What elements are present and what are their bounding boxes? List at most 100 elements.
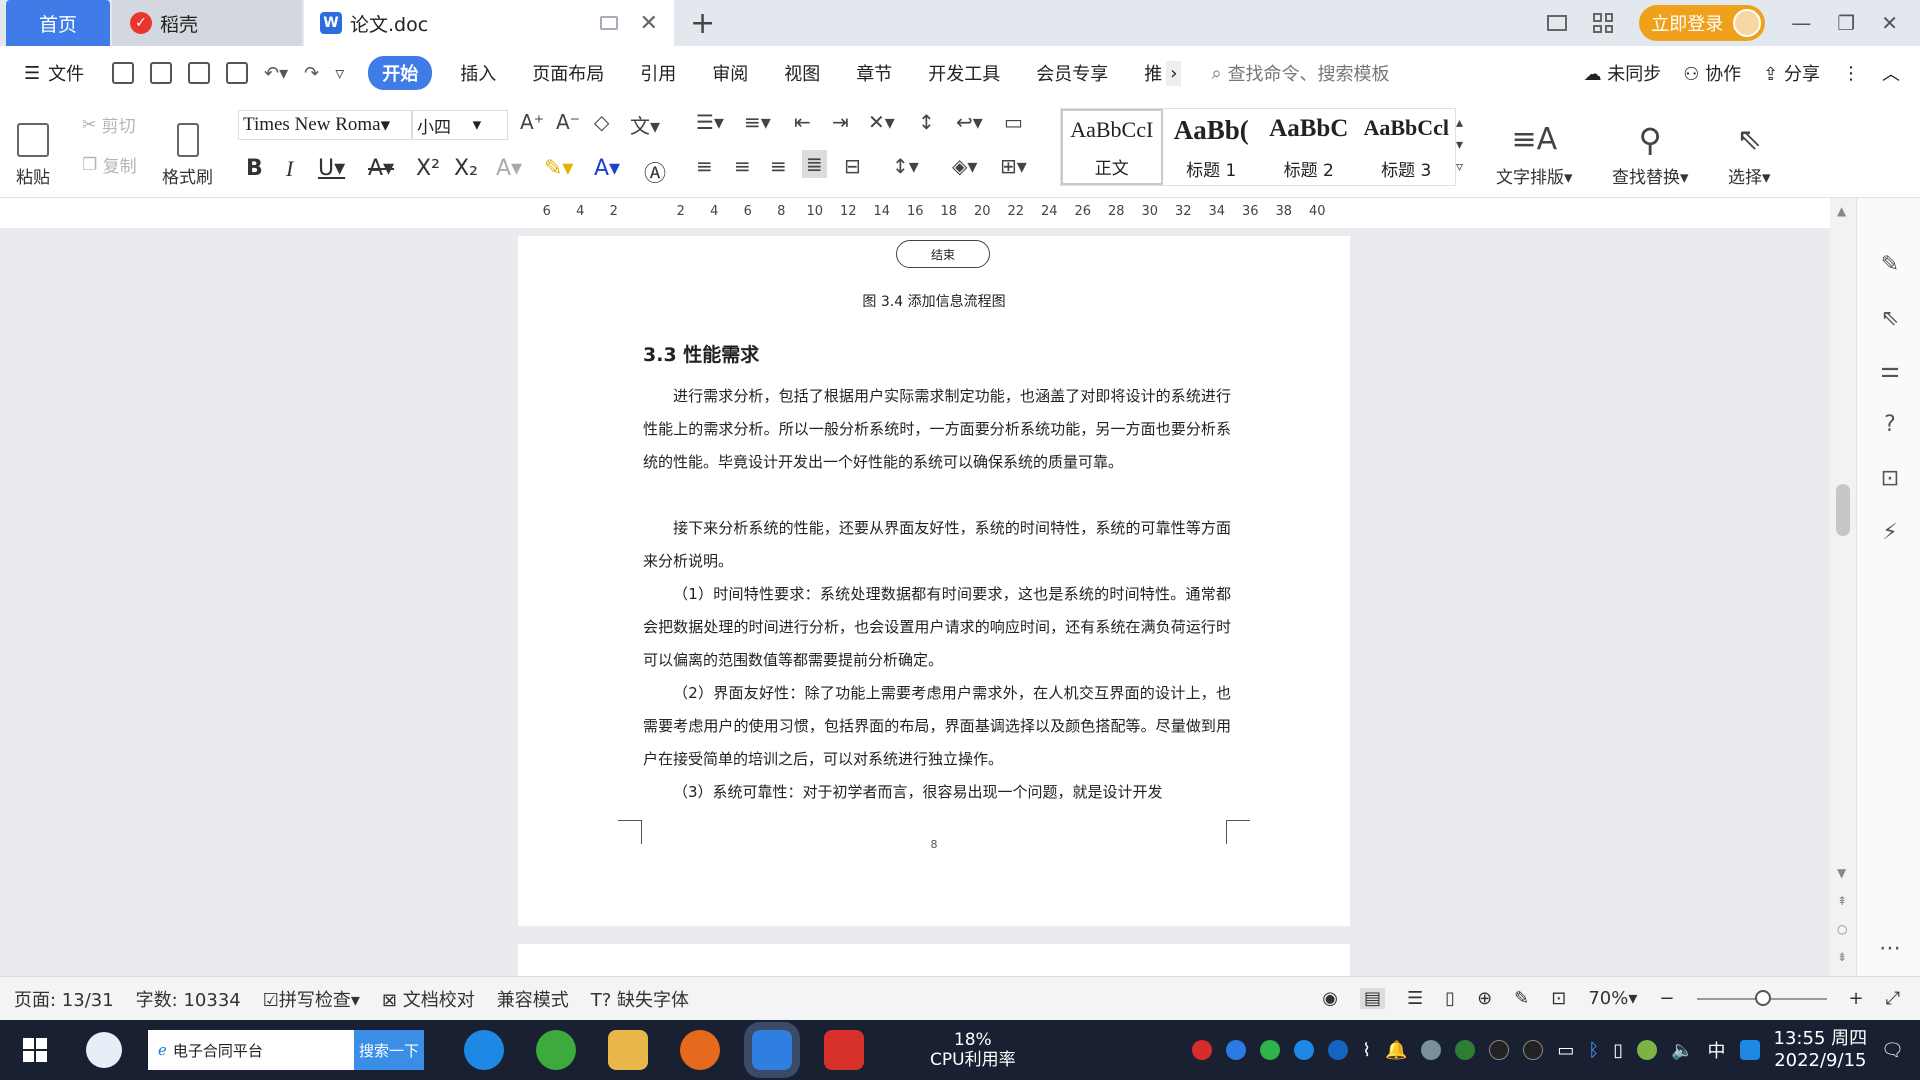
distribute-icon[interactable]: ⊟ — [844, 154, 861, 178]
strikethrough-icon[interactable]: A▾ — [368, 156, 394, 181]
tray-app-icon[interactable] — [1637, 1040, 1658, 1060]
horizontal-ruler[interactable]: 6 4 2 2 4 6 8 10 12 14 16 18 20 22 24 26… — [0, 198, 1920, 228]
clock[interactable]: 13:55 周四 2022/9/15 — [1774, 1028, 1868, 1072]
subscript-icon[interactable]: X₂ — [454, 156, 478, 181]
proofread-button[interactable]: ⊠ 文档校对 — [382, 986, 475, 1012]
menu-recommend[interactable]: 推 — [1126, 60, 1166, 86]
menu-references[interactable]: 引用 — [622, 60, 694, 86]
align-right-icon[interactable]: ≡ — [770, 154, 787, 178]
wechat-icon[interactable] — [1260, 1040, 1281, 1060]
pen-icon[interactable]: ✎ — [1877, 252, 1903, 278]
text-effect-icon[interactable]: A▾ — [496, 156, 522, 181]
superscript-icon[interactable]: X² — [416, 156, 440, 181]
ie-browser-icon[interactable] — [464, 1030, 504, 1070]
print-icon[interactable] — [188, 62, 210, 84]
style-scroll-icon[interactable]: ▴ ▾ ▿ — [1456, 112, 1463, 178]
shield-icon[interactable] — [1328, 1040, 1349, 1060]
adjust-icon[interactable]: ⚌ — [1877, 358, 1903, 384]
menu-insert[interactable]: 插入 — [442, 60, 514, 86]
shading-icon[interactable]: ◈▾ — [952, 154, 977, 178]
backup-icon[interactable]: ⊡ — [1877, 466, 1903, 492]
numbered-list-icon[interactable]: ≡▾ — [744, 110, 771, 134]
next-page-icon[interactable]: ⇟ — [1837, 950, 1847, 964]
collab-button[interactable]: ⚇ 协作 — [1683, 60, 1741, 86]
wps-taskbar-icon[interactable] — [824, 1030, 864, 1070]
font-color-icon[interactable]: A▾ — [594, 156, 620, 181]
menu-review[interactable]: 审阅 — [694, 60, 766, 86]
menu-more-icon[interactable]: › — [1166, 60, 1182, 86]
select-button[interactable]: ⇖ 选择▾ — [1728, 108, 1771, 188]
browse-object-icon[interactable]: ○ — [1837, 922, 1847, 936]
file-menu[interactable]: ☰ 文件 — [0, 60, 112, 86]
scroll-up-icon[interactable]: ▲ — [1837, 204, 1846, 218]
eye-protect-icon[interactable]: ◉ — [1322, 988, 1338, 1009]
undo-icon[interactable]: ↶▾ — [264, 63, 288, 84]
notification-bell-icon[interactable]: 🔔 — [1385, 1040, 1407, 1061]
justify-icon[interactable]: ≣ — [802, 150, 827, 178]
cpu-monitor[interactable]: 18% CPU利用率 — [930, 1030, 1016, 1070]
read-mode-icon[interactable]: ▯ — [1445, 988, 1455, 1009]
italic-icon[interactable]: I — [286, 156, 293, 182]
save-icon[interactable] — [112, 62, 134, 84]
bluetooth-icon[interactable]: ᛒ — [1588, 1040, 1599, 1061]
bold-icon[interactable]: B — [246, 156, 263, 181]
find-replace-button[interactable]: ⚲ 查找替换▾ — [1612, 108, 1689, 188]
layout-icon[interactable] — [1547, 15, 1568, 31]
start-button[interactable] — [0, 1038, 70, 1062]
minimize-icon[interactable]: — — [1791, 11, 1811, 35]
table-tools-icon[interactable]: ▭ — [1004, 110, 1023, 134]
highlight-icon[interactable]: ✎▾ — [544, 156, 573, 181]
file-explorer-icon[interactable] — [608, 1030, 648, 1070]
menu-chapter[interactable]: 章节 — [838, 60, 910, 86]
tray-app-icon[interactable] — [1294, 1040, 1315, 1060]
underline-icon[interactable]: U▾ — [318, 156, 345, 181]
taskbar-search[interactable]: ℯ 电子合同平台 — [148, 1030, 354, 1070]
page-view-icon[interactable]: ▤ — [1360, 988, 1386, 1009]
help-icon[interactable]: ? — [1877, 412, 1903, 438]
prev-page-icon[interactable]: ⇞ — [1837, 894, 1847, 908]
tab-document[interactable]: W 论文.doc ✕ — [304, 0, 674, 46]
increase-indent-icon[interactable]: ⇥ — [832, 110, 849, 134]
document-area[interactable]: 结束 图 3.4 添加信息流程图 3.3 性能需求 进行需求分析，包括了根据用户… — [0, 228, 1830, 976]
more-panel-icon[interactable]: ⋯ — [1877, 936, 1903, 962]
usb-icon[interactable]: ▯ — [1613, 1040, 1623, 1061]
align-center-icon[interactable]: ≡ — [734, 154, 751, 178]
spell-check-button[interactable]: ☑拼写检查▾ — [263, 986, 360, 1012]
chinese-layout-icon[interactable]: ✕▾ — [868, 110, 895, 134]
sync-button[interactable]: ☁ 未同步 — [1584, 60, 1662, 86]
360-browser-icon[interactable] — [536, 1030, 576, 1070]
scroll-down-icon[interactable]: ▼ — [1837, 866, 1846, 880]
cut-button[interactable]: ✂ 剪切 — [82, 112, 136, 138]
font-shrink-icon[interactable]: A⁻ — [556, 110, 580, 134]
close-tab-icon[interactable]: ✕ — [640, 11, 658, 36]
style-heading-2[interactable]: AaBbC 标题 2 — [1260, 109, 1358, 185]
paste-button[interactable]: 粘贴 — [16, 108, 50, 188]
menu-start[interactable]: 开始 — [368, 56, 433, 90]
menu-dev-tools[interactable]: 开发工具 — [910, 60, 1018, 86]
page-indicator[interactable]: 页面: 13/31 — [14, 986, 114, 1012]
vertical-scrollbar[interactable]: ▲ ▼ ⇞ ○ ⇟ — [1830, 198, 1856, 976]
tab-home[interactable]: 首页 — [6, 0, 110, 46]
missing-font-button[interactable]: T? 缺失字体 — [591, 986, 689, 1012]
action-center-icon[interactable]: 🗨 — [1881, 1040, 1904, 1061]
more-options-icon[interactable]: ⋮ — [1842, 63, 1860, 84]
zoom-out-icon[interactable]: − — [1659, 988, 1674, 1009]
tray-app-icon[interactable] — [1421, 1040, 1442, 1060]
tray-app-icon[interactable] — [1192, 1040, 1213, 1060]
font-size-select[interactable]: 小四 ▾ — [412, 110, 508, 140]
bullet-list-icon[interactable]: ☰▾ — [696, 110, 724, 134]
apps-grid-icon[interactable] — [1593, 13, 1614, 33]
menu-page-layout[interactable]: 页面布局 — [514, 60, 622, 86]
volume-icon[interactable]: 🔈 — [1671, 1040, 1693, 1061]
ime-indicator[interactable]: 中 — [1708, 1037, 1726, 1063]
web-view-icon[interactable]: ⊕ — [1477, 988, 1492, 1009]
clear-format-icon[interactable]: ◇ — [594, 110, 609, 134]
phonetic-icon[interactable]: 文▾ — [630, 110, 660, 139]
zoom-level[interactable]: 70%▾ — [1588, 988, 1637, 1009]
battery-icon[interactable]: ▭ — [1557, 1040, 1574, 1061]
wifi-icon[interactable]: ⌇ — [1362, 1040, 1371, 1061]
line-spacing-icon[interactable]: ↕▾ — [892, 154, 919, 178]
float-window-icon[interactable] — [599, 16, 618, 30]
redo-icon[interactable]: ↷ — [304, 63, 319, 84]
app-orange-icon[interactable] — [680, 1030, 720, 1070]
